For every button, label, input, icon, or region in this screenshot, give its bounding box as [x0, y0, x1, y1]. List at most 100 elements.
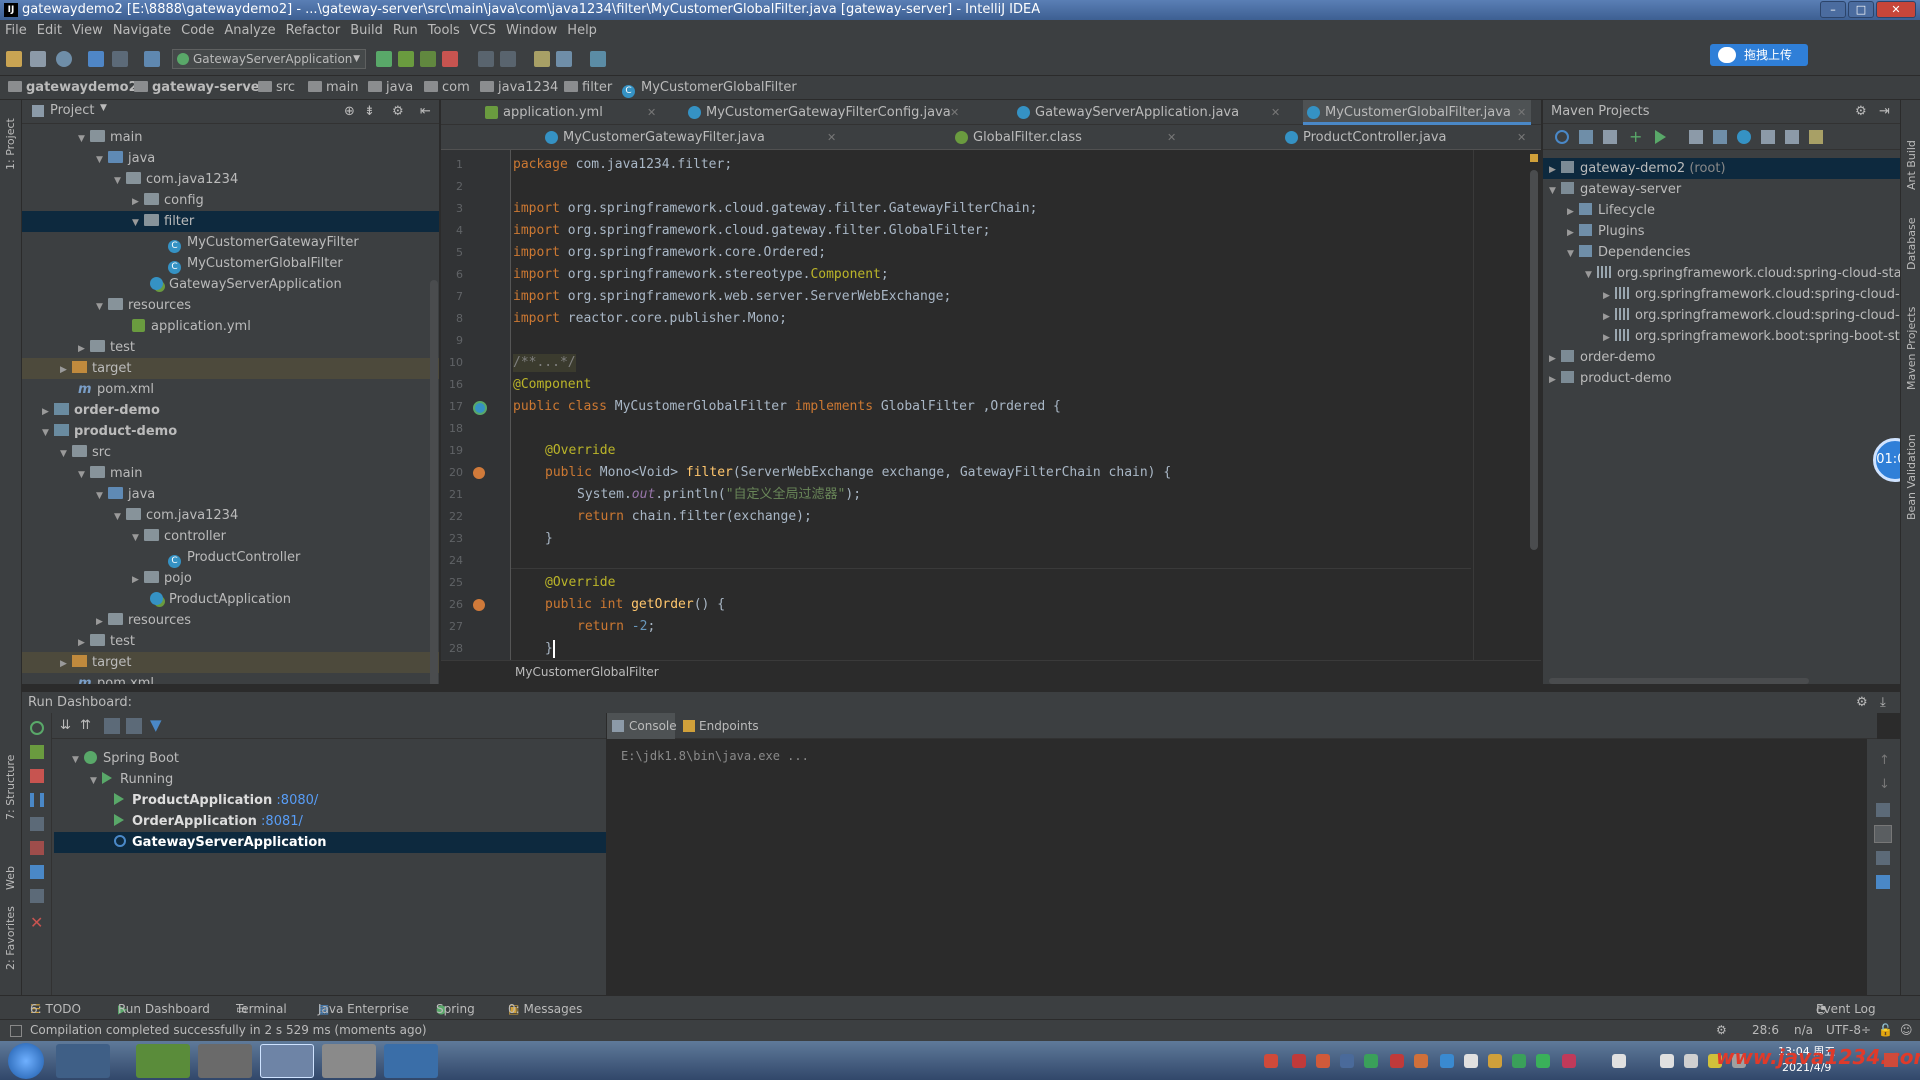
menu-navigate[interactable]: Navigate: [108, 20, 176, 42]
run-tree-group[interactable]: ▼ Running: [90, 769, 173, 790]
sync-icon[interactable]: [56, 51, 72, 67]
breadcrumb-item[interactable]: gateway-server: [134, 80, 266, 95]
taskbar-app-icon[interactable]: [384, 1044, 438, 1078]
lock-icon[interactable]: 🔓: [1878, 1023, 1893, 1037]
tab-filter-config[interactable]: MyCustomerGatewayFilterConfig.java ✕: [684, 100, 964, 125]
show-dependencies-icon[interactable]: [1737, 130, 1751, 144]
layout-icon[interactable]: [30, 817, 44, 831]
maximize-button[interactable]: □: [1848, 1, 1874, 18]
build-icon[interactable]: [144, 51, 160, 67]
implements-gutter-icon[interactable]: [473, 467, 485, 479]
upload-widget[interactable]: 拖拽上传: [1710, 44, 1808, 66]
inspection-status-icon[interactable]: [1530, 154, 1538, 162]
menu-window[interactable]: Window: [501, 20, 562, 42]
soft-wrap-icon[interactable]: [1876, 803, 1890, 817]
tree-item-pojo[interactable]: ▶ pojo: [132, 568, 192, 589]
tray-icon[interactable]: [1440, 1054, 1454, 1068]
tree-item-package[interactable]: ▼ com.java1234: [114, 169, 238, 190]
close-tab-icon[interactable]: ✕: [950, 100, 959, 125]
vcs-commit-icon[interactable]: [500, 51, 516, 67]
maven-settings-icon[interactable]: [1809, 130, 1823, 144]
debug-icon[interactable]: [30, 745, 44, 759]
maven-scrollbar[interactable]: [1549, 678, 1809, 684]
tree-item-class[interactable]: ProductApplication: [150, 589, 291, 610]
stop-icon[interactable]: [30, 769, 44, 783]
folded-comment[interactable]: /**...*/: [513, 354, 576, 372]
chrome-icon[interactable]: [198, 1044, 252, 1078]
bean-validation-tool-tab[interactable]: Bean Validation: [1905, 434, 1918, 520]
debug-icon[interactable]: [398, 51, 414, 67]
close-tab-icon[interactable]: ✕: [1517, 125, 1526, 150]
vcs-update-icon[interactable]: [478, 51, 494, 67]
structure-tool-tab[interactable]: 7: Structure: [4, 755, 17, 820]
tree-item-target[interactable]: ▶ target: [22, 652, 439, 673]
tray-icon[interactable]: [1316, 1054, 1330, 1068]
implements-gutter-icon[interactable]: [473, 599, 485, 611]
tray-icon[interactable]: [1264, 1054, 1278, 1068]
notification-icon[interactable]: [1884, 1053, 1898, 1067]
tree-item-class[interactable]: C MyCustomerGatewayFilter: [168, 232, 359, 253]
tree-item-test[interactable]: ▶ test: [78, 337, 135, 358]
run-app-item-selected[interactable]: GatewayServerApplication: [54, 832, 606, 853]
project-tool-tab[interactable]: 1: Project: [4, 118, 17, 170]
minimize-button[interactable]: –: [1820, 1, 1846, 18]
hide-panel-icon[interactable]: ⤓: [1880, 695, 1886, 710]
maven-tree-item[interactable]: ▼ gateway-server: [1549, 179, 1681, 200]
chevron-down-icon[interactable]: ▼: [100, 103, 107, 113]
filter-icon[interactable]: ▼: [150, 716, 162, 734]
maven-tree-item[interactable]: ▶ Plugins: [1567, 221, 1645, 242]
pause-icon[interactable]: [30, 793, 44, 807]
taskbar-app-icon[interactable]: [136, 1044, 190, 1078]
settings-icon[interactable]: ⚙: [1716, 1023, 1727, 1037]
tray-icon[interactable]: [1536, 1054, 1550, 1068]
project-structure-icon[interactable]: [556, 51, 572, 67]
clear-all-icon[interactable]: [1876, 875, 1890, 889]
tree-item-class[interactable]: GatewayServerApplication: [150, 274, 342, 295]
tray-icon[interactable]: [1340, 1054, 1354, 1068]
save-icon[interactable]: [30, 51, 46, 67]
skip-tests-icon[interactable]: [1713, 130, 1727, 144]
tray-icon[interactable]: [1464, 1054, 1478, 1068]
tree-item-file[interactable]: application.yml: [132, 316, 251, 337]
back-icon[interactable]: [88, 51, 104, 67]
run-maven-icon[interactable]: [1655, 130, 1666, 144]
coverage-icon[interactable]: [420, 51, 436, 67]
menu-run[interactable]: Run: [388, 20, 423, 42]
code-editor[interactable]: package com.java1234.filter; import org.…: [511, 150, 1541, 660]
collapse-all-icon[interactable]: ⇟: [364, 104, 375, 119]
add-icon[interactable]: +: [1629, 127, 1642, 146]
tree-item-main[interactable]: ▼ main: [78, 127, 142, 148]
close-button[interactable]: ✕: [1876, 1, 1916, 18]
menu-help[interactable]: Help: [562, 20, 602, 42]
hide-panel-icon[interactable]: ⇤: [420, 104, 431, 119]
maven-tree-item[interactable]: ▶ gateway-demo2 (root): [1543, 158, 1901, 179]
menu-code[interactable]: Code: [176, 20, 219, 42]
tree-item-pom[interactable]: m pom.xml: [78, 379, 154, 400]
tree-item-package[interactable]: ▼ com.java1234: [114, 505, 238, 526]
run-tree-root[interactable]: ▼ Spring Boot: [72, 748, 179, 769]
settings-icon[interactable]: [30, 889, 44, 903]
generate-sources-icon[interactable]: [1579, 130, 1593, 144]
gear-icon[interactable]: ⚙: [1856, 695, 1868, 710]
tree-item-test[interactable]: ▶ test: [78, 631, 135, 652]
tab-application-yml[interactable]: application.yml ✕: [481, 100, 661, 125]
collapse-all-icon[interactable]: ⇈: [80, 718, 91, 733]
tree-item-config[interactable]: ▶ config: [132, 190, 204, 211]
tree-item-class[interactable]: C MyCustomerGlobalFilter: [168, 253, 343, 274]
toggle-tool-windows-icon[interactable]: [10, 1025, 22, 1037]
tree-item-resources[interactable]: ▼ resources: [96, 295, 191, 316]
breadcrumb-item[interactable]: C MyCustomerGlobalFilter: [622, 80, 797, 98]
gear-icon[interactable]: ⚙: [1855, 104, 1867, 119]
tree-item-java[interactable]: ▼ java: [96, 484, 155, 505]
maven-tree-item[interactable]: ▶ product-demo: [1549, 368, 1672, 389]
tray-icon[interactable]: [1292, 1054, 1306, 1068]
spring-bean-gutter-icon[interactable]: [473, 401, 487, 415]
web-tool-tab[interactable]: Web: [4, 866, 17, 890]
breadcrumb-item[interactable]: gatewaydemo2: [8, 80, 138, 95]
tree-item-resources[interactable]: ▶ resources: [96, 610, 191, 631]
forward-icon[interactable]: [112, 51, 128, 67]
run-app-item[interactable]: OrderApplication :8081/: [114, 811, 303, 832]
qq-icon[interactable]: [1660, 1054, 1674, 1068]
maven-tree-item[interactable]: ▼ Dependencies: [1567, 242, 1691, 263]
menu-tools[interactable]: Tools: [423, 20, 465, 42]
